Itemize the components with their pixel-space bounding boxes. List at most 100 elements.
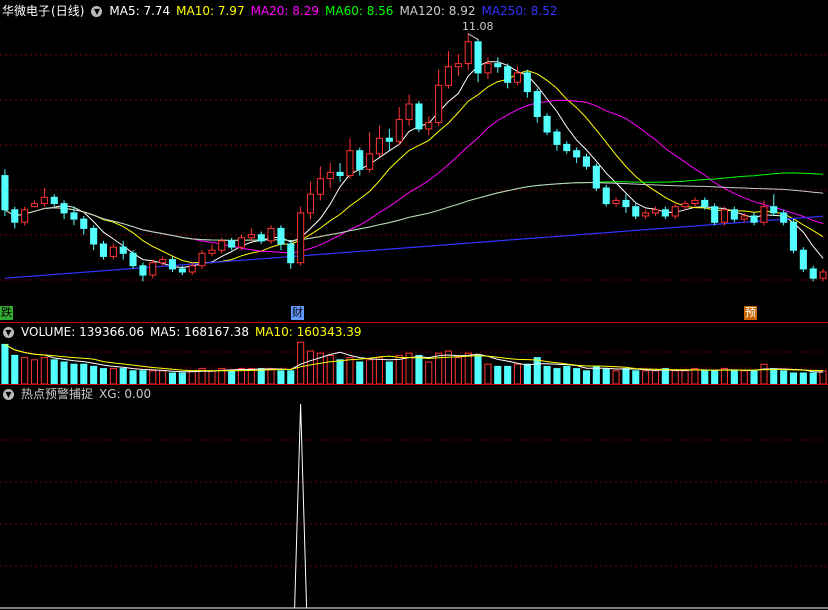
candle-body bbox=[612, 199, 620, 204]
candle-body bbox=[661, 209, 669, 217]
volume-bar bbox=[336, 359, 344, 385]
volume-bar bbox=[425, 361, 433, 385]
volume-bar bbox=[651, 370, 660, 385]
ma250-label: MA250: 8.52 bbox=[481, 4, 558, 18]
volume-bar bbox=[612, 370, 620, 385]
main-panel-header: 华微电子 (日线) ▼ MA5: 7.74 MA10: 7.97 MA20: 8.… bbox=[0, 2, 558, 20]
chevron-down-icon[interactable]: ▼ bbox=[91, 5, 103, 17]
candle-body bbox=[277, 227, 285, 245]
volume-bar bbox=[720, 368, 729, 385]
candle-body bbox=[40, 196, 48, 205]
volume-bar bbox=[267, 368, 275, 385]
candle-body bbox=[553, 131, 561, 145]
candle-body bbox=[454, 63, 462, 68]
volume-bar bbox=[60, 361, 68, 385]
volume-ma5: MA5: 168167.38 bbox=[150, 325, 249, 339]
volume-bar bbox=[454, 357, 462, 385]
volume-bar bbox=[50, 359, 58, 385]
candle-body bbox=[139, 265, 147, 276]
volume-bar bbox=[760, 363, 768, 385]
indicator-panel-header: ▼ 热点预警捕捉 XG: 0.00 bbox=[0, 385, 151, 403]
volume-bar bbox=[326, 354, 334, 385]
candle-body bbox=[435, 84, 443, 124]
volume-bar bbox=[287, 370, 295, 385]
candle-body bbox=[444, 66, 452, 86]
candle-body bbox=[405, 103, 413, 121]
candle-body bbox=[168, 259, 176, 270]
candle-body bbox=[602, 187, 610, 205]
volume-bar bbox=[740, 370, 748, 385]
event-badge-finance[interactable]: 财 bbox=[291, 306, 304, 320]
volume-value: VOLUME: 139366.06 bbox=[21, 325, 144, 339]
candle-body bbox=[494, 63, 502, 68]
high-price-pointer bbox=[467, 33, 479, 41]
candle-body bbox=[30, 203, 38, 208]
volume-bar bbox=[306, 350, 314, 385]
volume-bar bbox=[159, 370, 167, 385]
volume-bar bbox=[1, 343, 9, 385]
ma5-label: MA5: 7.74 bbox=[109, 4, 171, 18]
period-label: (日线) bbox=[51, 4, 85, 18]
volume-bar bbox=[523, 363, 531, 385]
candle-body bbox=[425, 122, 433, 130]
volume-bar bbox=[346, 357, 354, 385]
volume-bar bbox=[681, 370, 689, 385]
candle-body bbox=[563, 143, 571, 152]
volume-bar bbox=[504, 365, 512, 385]
candle-body bbox=[513, 72, 522, 83]
candle-body bbox=[720, 209, 729, 223]
volume-bar bbox=[484, 363, 492, 385]
volume-bar bbox=[789, 372, 798, 385]
chevron-down-icon[interactable]: ▼ bbox=[3, 326, 14, 338]
candle-body bbox=[681, 203, 689, 208]
stock-chart-canvas[interactable] bbox=[0, 0, 828, 610]
candle-body bbox=[129, 252, 137, 267]
volume-bar bbox=[119, 368, 127, 385]
volume-bar bbox=[730, 370, 738, 385]
volume-bar bbox=[464, 352, 472, 385]
indicator-value: XG: 0.00 bbox=[99, 387, 152, 401]
candle-body bbox=[464, 41, 472, 65]
event-badge-drop[interactable]: 跌 bbox=[0, 306, 13, 320]
ma120-line bbox=[4, 182, 824, 242]
candle-body bbox=[799, 249, 807, 270]
volume-bar bbox=[277, 370, 285, 385]
candle-body bbox=[149, 262, 157, 276]
candle-body bbox=[582, 156, 591, 167]
candle-body bbox=[267, 227, 275, 242]
volume-bar bbox=[228, 370, 236, 385]
volume-bar bbox=[809, 372, 817, 385]
candle-body bbox=[247, 234, 255, 239]
volume-bar bbox=[592, 365, 600, 385]
candle-body bbox=[543, 115, 551, 133]
volume-bar bbox=[70, 363, 78, 385]
candle-body bbox=[208, 249, 216, 254]
indicator-name[interactable]: 热点预警捕捉 bbox=[21, 385, 93, 403]
candle-body bbox=[701, 199, 709, 208]
candle-body bbox=[109, 246, 117, 257]
volume-bar bbox=[799, 372, 807, 385]
stock-name[interactable]: 华微电子 bbox=[2, 2, 50, 20]
candle-body bbox=[622, 199, 630, 208]
candle-body bbox=[474, 41, 482, 74]
candle-body bbox=[691, 199, 699, 204]
volume-bar bbox=[553, 368, 561, 385]
candle-body bbox=[819, 271, 827, 279]
candle-body bbox=[760, 206, 768, 223]
high-price-label: 11.08 bbox=[462, 20, 494, 33]
volume-bar bbox=[750, 370, 758, 385]
candle-body bbox=[346, 150, 354, 177]
volume-bar bbox=[494, 365, 502, 385]
volume-bar bbox=[178, 372, 186, 385]
volume-bar bbox=[375, 357, 383, 385]
volume-panel-header: ▼ VOLUME: 139366.06 MA5: 168167.38 MA10:… bbox=[0, 323, 362, 341]
candle-body bbox=[336, 171, 344, 176]
event-badge-forecast[interactable]: 预 bbox=[744, 306, 757, 320]
chevron-down-icon[interactable]: ▼ bbox=[3, 388, 14, 400]
volume-bar bbox=[109, 368, 117, 385]
ma60-label: MA60: 8.56 bbox=[325, 4, 394, 18]
candle-body bbox=[632, 206, 640, 217]
candle-body bbox=[385, 137, 393, 142]
volume-ma10: MA10: 160343.39 bbox=[254, 325, 362, 339]
candle-body bbox=[70, 212, 78, 220]
